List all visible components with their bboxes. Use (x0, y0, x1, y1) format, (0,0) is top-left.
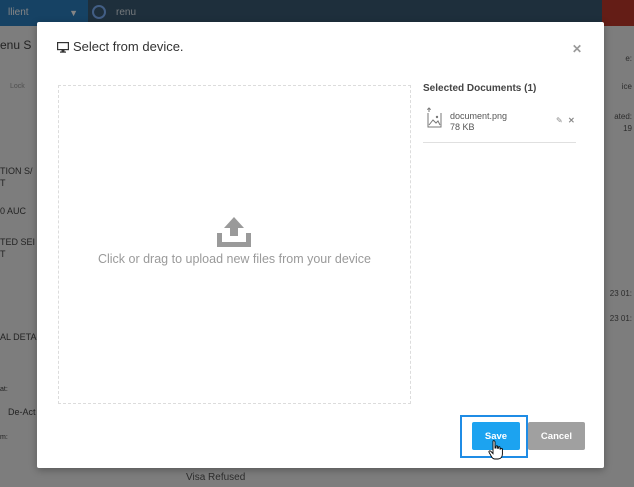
selected-documents-title: Selected Documents (1) (423, 83, 537, 94)
hand-cursor-icon (488, 440, 503, 460)
dialog-title: Select from device. (73, 39, 184, 54)
image-file-icon (426, 107, 442, 128)
upload-icon (217, 217, 251, 247)
document-name: document.png (450, 111, 508, 121)
document-size: 78 KB (450, 122, 475, 132)
dropzone-text: Click or drag to upload new files from y… (97, 252, 372, 266)
cancel-button[interactable]: Cancel (528, 422, 585, 450)
close-icon[interactable]: ✕ (572, 42, 582, 56)
remove-icon[interactable]: ✕ (568, 116, 575, 125)
monitor-icon (57, 42, 69, 53)
dialog-header: Select from device. ✕ (37, 22, 604, 72)
file-dropzone[interactable]: Click or drag to upload new files from y… (58, 85, 411, 404)
edit-icon[interactable]: ✎ (556, 116, 563, 125)
document-item: document.png 78 KB ✎ ✕ (423, 106, 576, 143)
upload-dialog: Select from device. ✕ Click or drag to u… (37, 22, 604, 468)
